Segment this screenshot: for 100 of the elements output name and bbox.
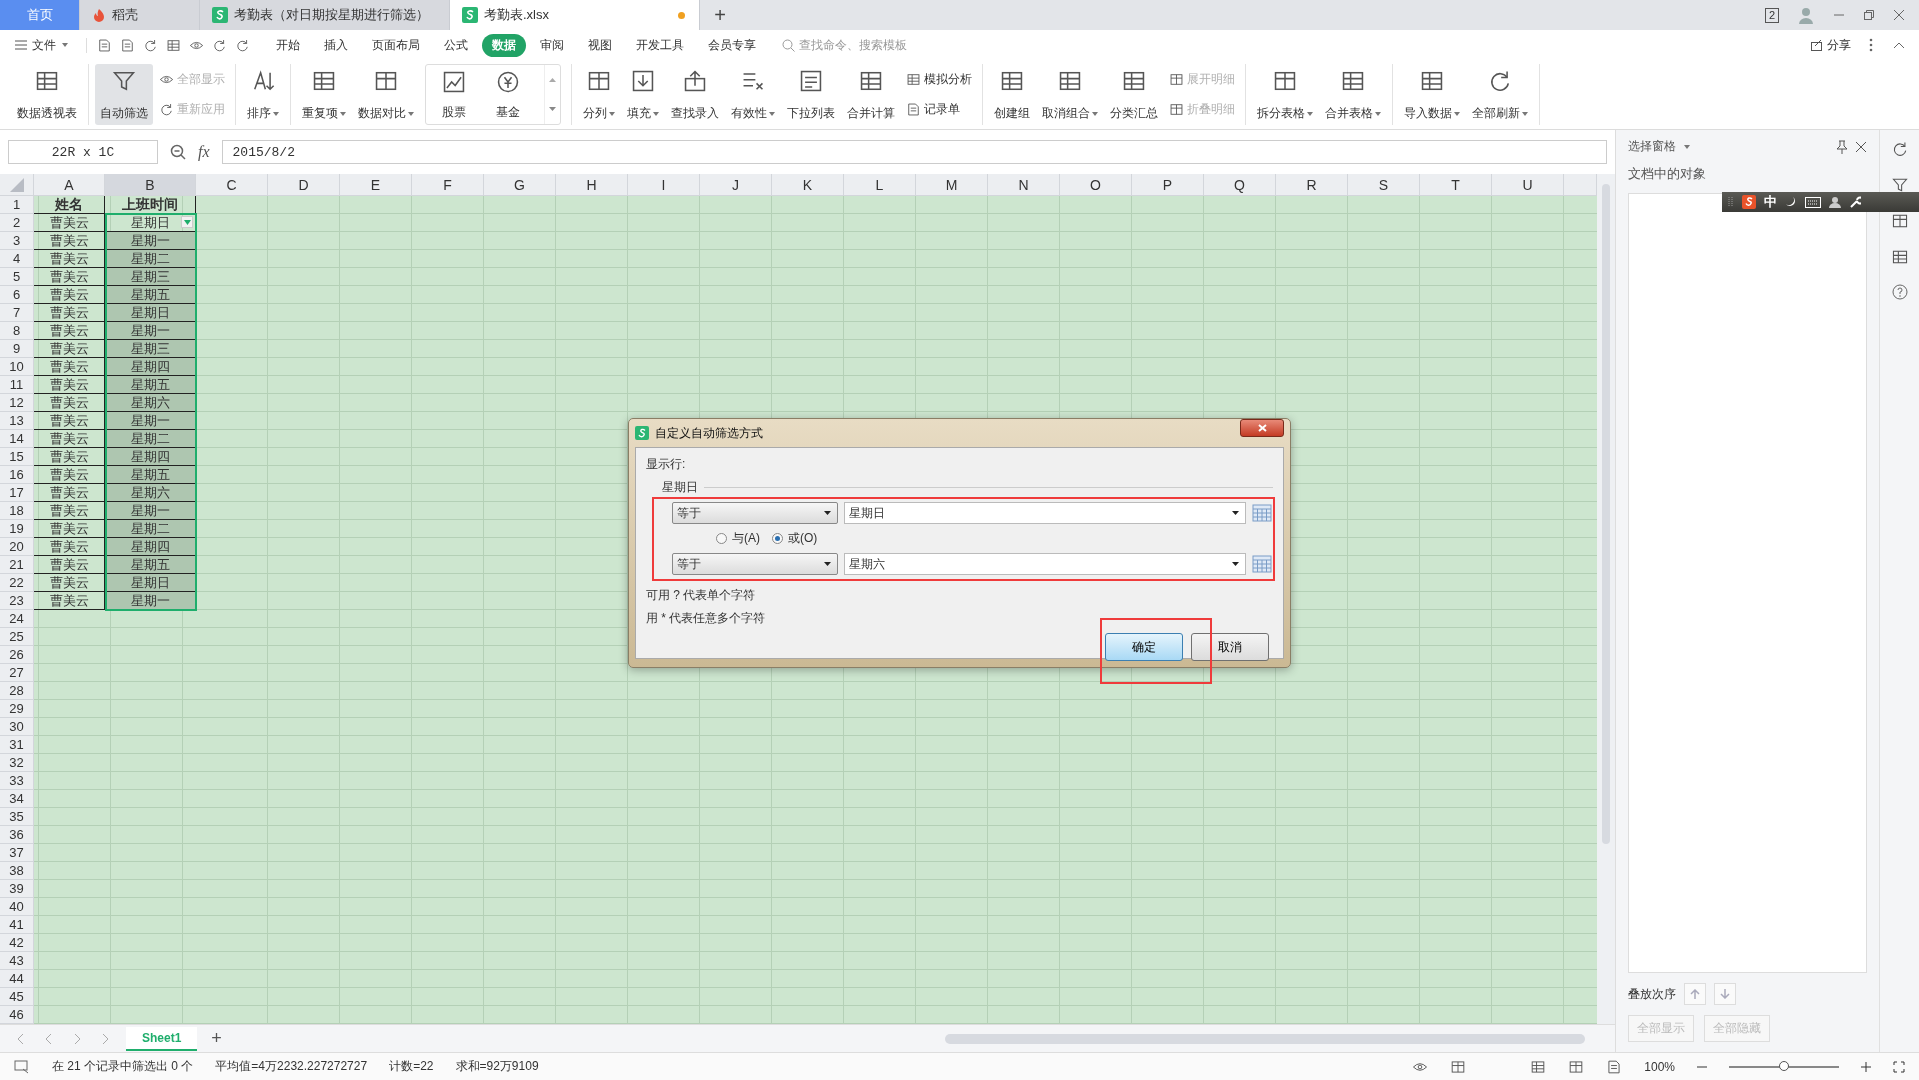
menu-tab[interactable]: 开始 xyxy=(266,33,310,57)
column-header[interactable]: P xyxy=(1132,174,1204,196)
column-header[interactable]: E xyxy=(340,174,412,196)
ribbon-button[interactable]: 分类汇总 xyxy=(1105,64,1163,125)
menu-tab[interactable]: 页面布局 xyxy=(362,33,430,57)
row-header[interactable]: 22 xyxy=(0,574,34,592)
user-icon[interactable] xyxy=(1829,196,1841,208)
row-header[interactable]: 34 xyxy=(0,790,34,808)
column-header[interactable]: M xyxy=(916,174,988,196)
column-header[interactable]: J xyxy=(700,174,772,196)
column-header[interactable]: A xyxy=(34,174,105,196)
menu-tab[interactable]: 审阅 xyxy=(530,33,574,57)
ribbon-button[interactable]: 下拉列表 xyxy=(782,64,840,125)
grip-icon[interactable] xyxy=(1728,196,1734,208)
row-header[interactable]: 35 xyxy=(0,808,34,826)
ribbon-button[interactable]: 导入数据 xyxy=(1399,64,1465,125)
collapse-icon[interactable] xyxy=(1893,41,1905,49)
ribbon-button[interactable]: 创建组 xyxy=(989,64,1035,125)
row-header[interactable]: 27 xyxy=(0,664,34,682)
column-header[interactable]: R xyxy=(1276,174,1348,196)
row-header[interactable]: 29 xyxy=(0,700,34,718)
name-box[interactable]: 22R x 1C xyxy=(8,140,158,164)
document-tab[interactable]: 稻壳 xyxy=(80,0,200,30)
move-up-button[interactable] xyxy=(1684,983,1706,1005)
ribbon-button[interactable]: 分列 xyxy=(578,64,620,125)
value-combo[interactable]: 星期六 xyxy=(844,553,1246,575)
row-header[interactable]: 7 xyxy=(0,304,34,322)
slider-thumb[interactable] xyxy=(1779,1060,1789,1071)
row-header[interactable]: 4 xyxy=(0,250,34,268)
menu-tab[interactable]: 公式 xyxy=(434,33,478,57)
pin-icon[interactable] xyxy=(1835,139,1849,154)
column-header[interactable]: H xyxy=(556,174,628,196)
ribbon-button[interactable]: 填充 xyxy=(622,64,664,125)
vertical-scrollbar[interactable] xyxy=(1597,174,1615,1024)
row-header[interactable]: 2 xyxy=(0,214,34,232)
restore-icon[interactable] xyxy=(1863,9,1875,21)
column-header[interactable]: I xyxy=(628,174,700,196)
wrench-icon[interactable] xyxy=(1849,196,1861,208)
ok-button[interactable]: 确定 xyxy=(1105,633,1183,661)
row-header[interactable]: 9 xyxy=(0,340,34,358)
zoom-in-icon[interactable] xyxy=(1861,1061,1871,1072)
ribbon-button[interactable]: 有效性 xyxy=(726,64,780,125)
value-combo[interactable]: 星期日 xyxy=(844,502,1246,524)
scroll-up-icon[interactable] xyxy=(549,77,556,83)
window-count-button[interactable]: 2 xyxy=(1764,7,1779,23)
row-header[interactable]: 36 xyxy=(0,826,34,844)
row-header[interactable]: 15 xyxy=(0,448,34,466)
column-header[interactable]: B xyxy=(105,174,196,196)
function-button[interactable]: fx xyxy=(198,143,210,161)
row-header[interactable]: 37 xyxy=(0,844,34,862)
row-header[interactable]: 41 xyxy=(0,916,34,934)
file-menu[interactable]: 文件 xyxy=(14,36,68,54)
more-icon[interactable] xyxy=(1869,38,1873,52)
row-header[interactable]: 6 xyxy=(0,286,34,304)
ribbon-button[interactable]: 股票 xyxy=(436,65,472,124)
ribbon-button[interactable]: 自动筛选 xyxy=(95,64,153,125)
ribbon-button[interactable]: 取消组合 xyxy=(1037,64,1103,125)
row-header[interactable]: 14 xyxy=(0,430,34,448)
ribbon-button[interactable]: 基金 xyxy=(490,65,526,124)
row-header[interactable]: 23 xyxy=(0,592,34,610)
operator-dropdown[interactable]: 等于 xyxy=(672,553,838,575)
menu-tab[interactable]: 视图 xyxy=(578,33,622,57)
row-header[interactable]: 1 xyxy=(0,196,34,214)
column-header[interactable]: O xyxy=(1060,174,1132,196)
close-button[interactable] xyxy=(1240,419,1284,437)
ribbon-button[interactable]: 全部刷新 xyxy=(1467,64,1533,125)
row-header[interactable]: 40 xyxy=(0,898,34,916)
moon-icon[interactable] xyxy=(1785,196,1797,208)
cancel-button[interactable]: 取消 xyxy=(1191,633,1269,661)
column-header[interactable]: U xyxy=(1492,174,1564,196)
ribbon-button[interactable]: 模拟分析 xyxy=(902,68,976,90)
row-header[interactable]: 10 xyxy=(0,358,34,376)
ribbon-button[interactable]: 合并表格 xyxy=(1320,64,1386,125)
menu-tab[interactable]: 开发工具 xyxy=(626,33,694,57)
ribbon-button[interactable]: 排序 xyxy=(242,64,284,125)
row-header[interactable]: 13 xyxy=(0,412,34,430)
scroll-down-icon[interactable] xyxy=(549,106,556,112)
column-header[interactable]: T xyxy=(1420,174,1492,196)
column-header[interactable]: S xyxy=(1348,174,1420,196)
share-button[interactable]: 分享 xyxy=(1810,36,1851,54)
add-sheet-button[interactable]: + xyxy=(211,1028,222,1049)
column-header[interactable]: D xyxy=(268,174,340,196)
column-header[interactable]: N xyxy=(988,174,1060,196)
ribbon-button[interactable]: 数据透视表 xyxy=(12,64,82,125)
row-header[interactable]: 3 xyxy=(0,232,34,250)
row-header[interactable]: 18 xyxy=(0,502,34,520)
column-header[interactable]: G xyxy=(484,174,556,196)
move-down-button[interactable] xyxy=(1714,983,1736,1005)
menu-tab[interactable]: 插入 xyxy=(314,33,358,57)
row-header[interactable]: 28 xyxy=(0,682,34,700)
menu-tab[interactable]: 会员专享 xyxy=(698,33,766,57)
row-header[interactable]: 39 xyxy=(0,880,34,898)
avatar-icon[interactable] xyxy=(1797,6,1815,24)
row-header[interactable]: 16 xyxy=(0,466,34,484)
row-header[interactable]: 25 xyxy=(0,628,34,646)
row-header[interactable]: 19 xyxy=(0,520,34,538)
row-header[interactable]: 12 xyxy=(0,394,34,412)
ribbon-button[interactable]: 合并计算 xyxy=(842,64,900,125)
row-header[interactable]: 26 xyxy=(0,646,34,664)
radio-option[interactable]: 与(A) xyxy=(716,530,760,547)
